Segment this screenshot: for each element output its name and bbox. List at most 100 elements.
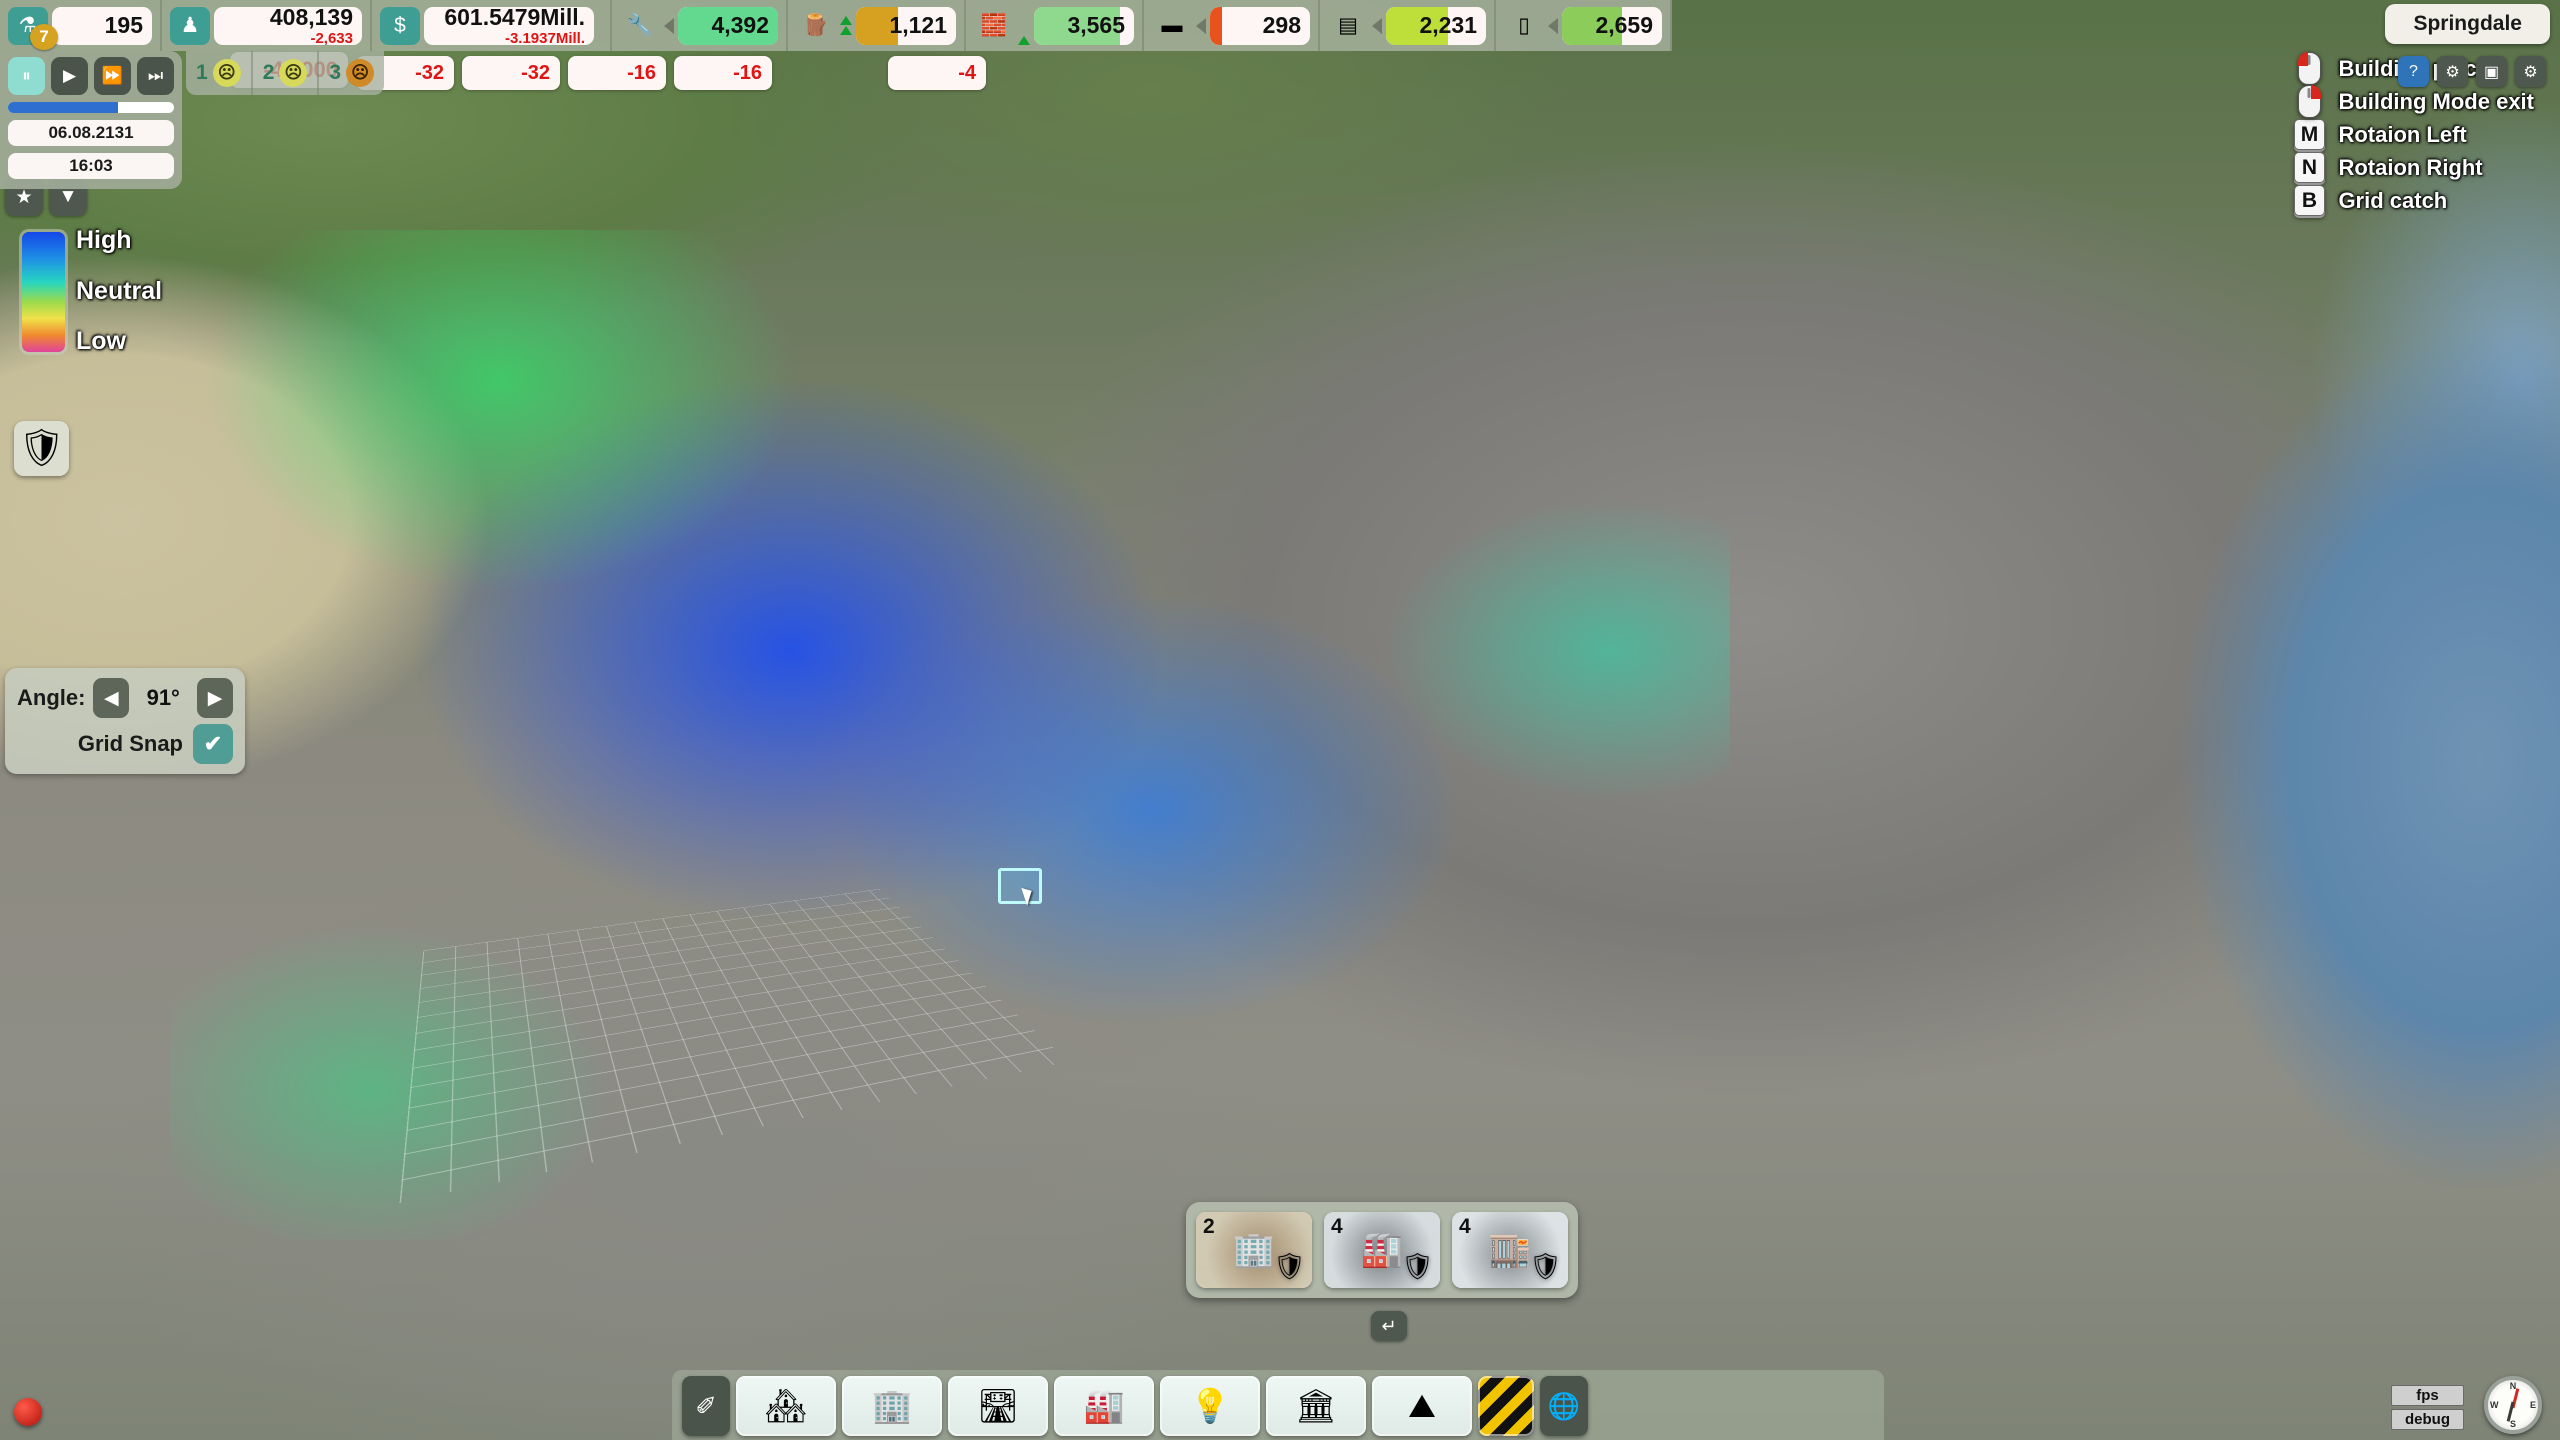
- resource-population[interactable]: ♟ 408,139 -2,633: [162, 0, 372, 51]
- resource-amount: 1,121: [889, 14, 947, 37]
- compass-south-label: S: [2510, 1419, 2516, 1429]
- resource-amount: 408,139: [270, 7, 353, 29]
- toolbar-residential-zone[interactable]: 🏘: [736, 1376, 836, 1436]
- toolbar-world-map[interactable]: 🌐: [1540, 1376, 1588, 1436]
- angle-decrease-button[interactable]: ◀: [93, 678, 129, 718]
- globe-icon: 🌐: [1548, 1391, 1580, 1422]
- toolbar-utilities[interactable]: 💡: [1160, 1376, 1260, 1436]
- top-resource-bar: ⚗ 195 7 ♟ 408,139 -2,633 $601.5479Mill. -3.1937…: [0, 0, 2560, 51]
- dollar-icon: $: [380, 7, 420, 45]
- resource-bricks[interactable]: 🧱 3,565: [966, 0, 1144, 51]
- trend-up-icon: [840, 16, 852, 35]
- toolbar-bulldoze[interactable]: [1478, 1376, 1534, 1436]
- police-badge-icon: 🛡: [1401, 1251, 1434, 1282]
- tools-icon: 🔧: [620, 7, 660, 45]
- picker-item-count: 4: [1459, 1215, 1471, 1239]
- fps-toggle-button[interactable]: fps: [2391, 1385, 2464, 1406]
- arrow-right-icon: ▶: [208, 687, 223, 710]
- sliders-icon[interactable]: ⚙: [2515, 56, 2546, 87]
- legend-label-high: High: [76, 226, 132, 255]
- budget-item-2: -32: [462, 56, 560, 90]
- happiness-indicator-3[interactable]: 3 ☹: [319, 51, 384, 95]
- trend-left-icon: [1196, 18, 1206, 34]
- police-badge-icon[interactable]: 🛡: [14, 421, 69, 476]
- resource-delta: -2,633: [270, 31, 353, 45]
- trend-up-icon: [1018, 36, 1030, 45]
- angle-value: 91°: [137, 685, 189, 711]
- happiness-panel: 1 ☹ 2 ☹ 3 ☹: [186, 51, 384, 95]
- legend-label-low: Low: [76, 327, 126, 356]
- angle-label: Angle:: [17, 685, 85, 711]
- camera-icon[interactable]: ▣: [2476, 56, 2507, 87]
- resource-badge[interactable]: 7: [30, 24, 58, 50]
- picker-confirm-button[interactable]: ↵: [1371, 1311, 1407, 1341]
- resource-delta: -3.1937Mill.: [444, 31, 585, 45]
- happiness-rank: 3: [329, 61, 341, 85]
- debug-toggle-button[interactable]: debug: [2391, 1409, 2464, 1430]
- picker-item-police-headquarters[interactable]: 🏭 4 🛡: [1324, 1212, 1440, 1288]
- angry-face-icon: ☹: [346, 59, 374, 87]
- resource-amount: 298: [1263, 14, 1301, 37]
- compass-east-label: E: [2530, 1400, 2536, 1410]
- road-icon: 🛣: [977, 1387, 1019, 1426]
- resource-value-pill: 298: [1210, 7, 1310, 45]
- police-badge-icon: 🛡: [1273, 1251, 1306, 1282]
- skip-forward-icon[interactable]: ⏭: [137, 57, 174, 95]
- bottom-toolbar: ✐ 🏘 🏢 🛣 🏭 💡 🏛 ⛰ 🌐: [682, 1376, 1588, 1436]
- play-icon[interactable]: ▶: [51, 57, 88, 95]
- blue-buildings-icon: 🏢: [871, 1387, 912, 1426]
- police-badge-icon: 🛡: [1529, 1251, 1562, 1282]
- legend-label-neutral: Neutral: [76, 277, 162, 306]
- resource-metal[interactable]: ▬ 298: [1144, 0, 1320, 51]
- happiness-indicator-2[interactable]: 2 ☹: [253, 51, 320, 95]
- concrete-icon: ▤: [1328, 7, 1368, 45]
- resource-value-pill: 2,659: [1562, 7, 1662, 45]
- keyboard-key-icon: N: [2294, 152, 2325, 183]
- resource-fill: [1210, 7, 1222, 45]
- gear-icon[interactable]: ⚙: [2437, 56, 2468, 87]
- happiness-rank: 2: [263, 61, 275, 85]
- resource-value-pill: 2,231: [1386, 7, 1486, 45]
- city-name-label[interactable]: Springdale: [2385, 4, 2550, 44]
- legend-gradient-bar: [22, 232, 65, 352]
- zoning-heatmap-overlay: [170, 230, 1730, 1240]
- resource-money[interactable]: $601.5479Mill. -3.1937Mill.: [372, 0, 612, 51]
- keyboard-key-icon: B: [2294, 185, 2325, 216]
- toolbar-cursor-tool[interactable]: ✐: [682, 1376, 730, 1436]
- resource-glass[interactable]: ▯ 2,659: [1496, 0, 1672, 51]
- sad-face-icon: ☹: [279, 59, 307, 87]
- green-buildings-icon: 🏘: [765, 1387, 807, 1426]
- person-icon: ♟: [170, 7, 210, 45]
- pause-icon[interactable]: ⏸: [8, 57, 45, 95]
- resource-tools[interactable]: 🔧 4,392: [612, 0, 788, 51]
- resource-list: ⚗ 195 7 ♟ 408,139 -2,633 $601.5479Mill. -3.1937…: [0, 0, 1672, 51]
- trend-left-icon: [1372, 18, 1382, 34]
- compass-icon[interactable]: N E S W: [2484, 1376, 2542, 1434]
- question-mark-icon[interactable]: ?: [2398, 56, 2429, 87]
- placement-cursor-cell[interactable]: [998, 868, 1042, 904]
- hint-label: Grid catch: [2338, 188, 2447, 214]
- picker-item-police-precinct[interactable]: 🏬 4 🛡: [1452, 1212, 1568, 1288]
- hint-grid-catch: B Grid catch: [2292, 184, 2534, 217]
- top-right-button-group: ? ⚙ ▣ ⚙: [2398, 56, 2546, 87]
- debug-toggle-group: fps debug: [2391, 1385, 2464, 1430]
- heatmap-legend: High Neutral Low: [22, 232, 65, 352]
- toolbar-industry[interactable]: 🏭: [1054, 1376, 1154, 1436]
- fast-forward-icon[interactable]: ⏩: [94, 57, 131, 95]
- angle-increase-button[interactable]: ▶: [197, 678, 233, 718]
- toolbar-roads[interactable]: 🛣: [948, 1376, 1048, 1436]
- hint-label: Rotaion Left: [2338, 122, 2466, 148]
- grid-snap-checkbox[interactable]: ✔: [193, 724, 233, 764]
- hint-label: Rotaion Right: [2338, 155, 2482, 181]
- trend-left-icon: [664, 18, 674, 34]
- resource-concrete[interactable]: ▤ 2,231: [1320, 0, 1496, 51]
- grid-snap-label: Grid Snap: [78, 731, 183, 757]
- resource-logs[interactable]: 🪵 1,121: [788, 0, 966, 51]
- resource-research[interactable]: ⚗ 195 7: [0, 0, 162, 51]
- toolbar-landscaping[interactable]: ⛰: [1372, 1376, 1472, 1436]
- speed-button-row: ⏸ ▶ ⏩ ⏭: [8, 57, 174, 95]
- toolbar-services[interactable]: 🏛: [1266, 1376, 1366, 1436]
- picker-item-police-station[interactable]: 🏢 2 🛡: [1196, 1212, 1312, 1288]
- happiness-indicator-1[interactable]: 1 ☹: [186, 51, 253, 95]
- toolbar-commercial-zone[interactable]: 🏢: [842, 1376, 942, 1436]
